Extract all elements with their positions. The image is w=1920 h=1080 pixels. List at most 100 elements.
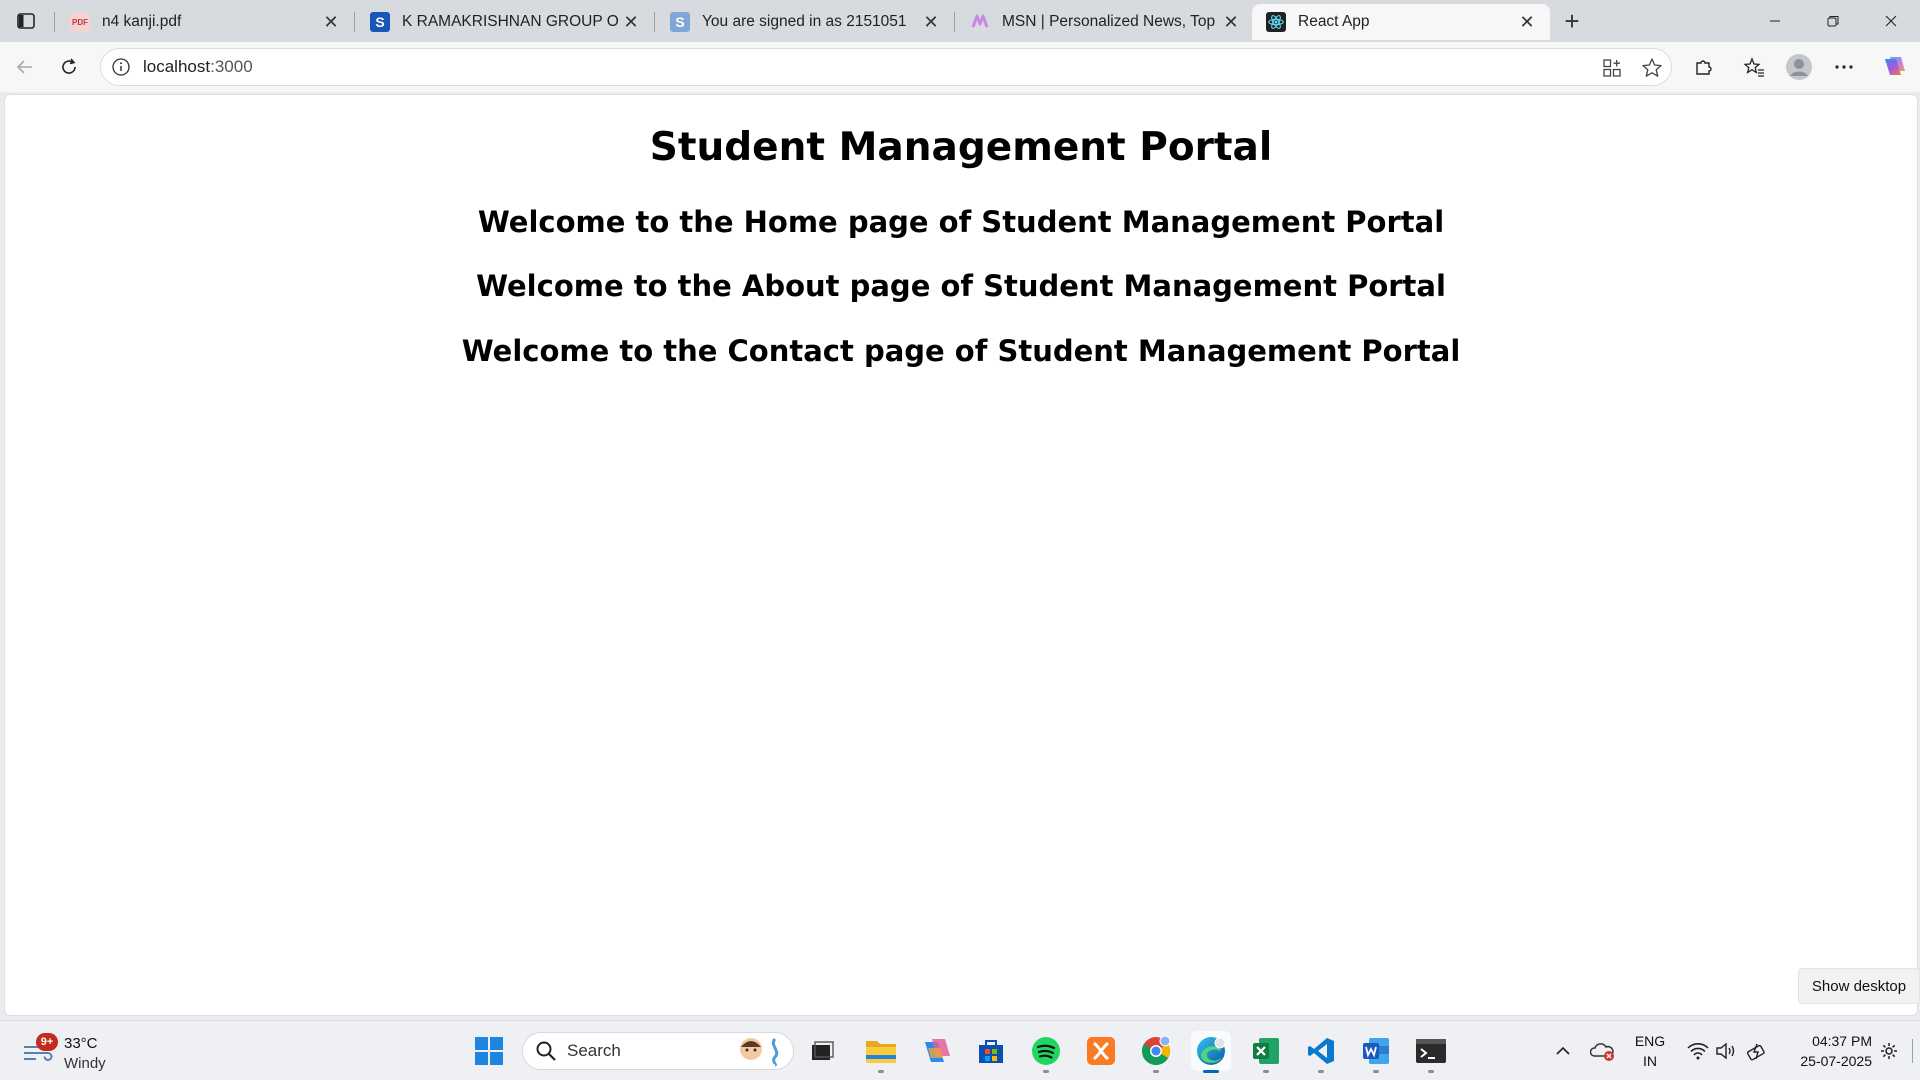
terminal-button[interactable]: [1411, 1031, 1451, 1073]
new-tab-button[interactable]: +: [1556, 5, 1588, 37]
search-icon: [536, 1041, 556, 1061]
spotify-button[interactable]: [1026, 1031, 1066, 1073]
copilot-app-button[interactable]: [916, 1031, 956, 1071]
show-desktop-edge[interactable]: [1912, 1039, 1913, 1063]
word-button[interactable]: [1356, 1031, 1396, 1073]
close-tab-icon[interactable]: ✕: [1220, 11, 1242, 33]
file-explorer-icon: [866, 1041, 896, 1063]
weather-temp: 33°C: [64, 1035, 98, 1052]
react-icon: [1266, 12, 1286, 32]
microsoft-store-button[interactable]: [971, 1031, 1011, 1071]
profile-button[interactable]: [1782, 50, 1816, 84]
back-button[interactable]: [8, 50, 42, 84]
excel-icon: [1253, 1038, 1279, 1064]
weather-condition: Windy: [64, 1055, 106, 1072]
microsoft-store-icon: [979, 1040, 1003, 1063]
input-language-indicator[interactable]: ENG IN: [1628, 1031, 1672, 1071]
restore-icon: [1827, 16, 1839, 27]
more-dots-icon: [1835, 65, 1853, 69]
tab-strip: PDF n4 kanji.pdf ✕ S K RAMAKRISHNAN GROU…: [0, 0, 1920, 42]
close-tab-icon[interactable]: ✕: [920, 11, 942, 33]
restore-button[interactable]: [1804, 0, 1862, 42]
favorites-button[interactable]: [1737, 50, 1771, 84]
file-explorer-button[interactable]: [861, 1031, 901, 1073]
tab-pdf[interactable]: PDF n4 kanji.pdf ✕: [56, 4, 354, 40]
browser-toolbar: localhost:3000: [0, 42, 1920, 92]
taskbar: 9+ 33°C Windy Search ENG IN 04:37 PM 25-…: [0, 1020, 1920, 1080]
contact-heading: Welcome to the Contact page of Student M…: [461, 334, 1461, 368]
xampp-button[interactable]: [1081, 1031, 1121, 1071]
puzzle-icon: [1696, 60, 1712, 75]
tab-kr-group[interactable]: S K RAMAKRISHNAN GROUP OF IN ✕: [356, 4, 654, 40]
battery-charging-icon: [1746, 1043, 1765, 1061]
copilot-button[interactable]: [1876, 50, 1910, 84]
info-icon[interactable]: [111, 57, 131, 77]
spotify-icon: [1032, 1037, 1060, 1065]
favorite-star-icon[interactable]: [1639, 57, 1665, 79]
cloud-error-icon: [1590, 1043, 1614, 1061]
close-icon: [1885, 15, 1897, 27]
back-arrow-icon: [16, 60, 32, 74]
edge-button[interactable]: [1191, 1031, 1231, 1073]
s-logo-icon: S: [370, 12, 390, 32]
address-bar[interactable]: localhost:3000: [100, 48, 1672, 86]
close-tab-icon[interactable]: ✕: [320, 11, 342, 33]
volume-tray-button[interactable]: [1712, 1021, 1740, 1080]
weather-widget[interactable]: 9+ 33°C Windy: [20, 1029, 130, 1073]
wifi-tray-button[interactable]: [1683, 1021, 1713, 1080]
refresh-button[interactable]: [52, 50, 86, 84]
page-viewport: Student Management Portal Welcome to the…: [4, 94, 1918, 1016]
chrome-icon: [1142, 1035, 1171, 1065]
plus-icon: +: [1564, 5, 1580, 36]
search-highlight-icon: [740, 1037, 779, 1067]
pdf-icon: PDF: [70, 12, 90, 32]
tab-title: K RAMAKRISHNAN GROUP OF IN: [402, 13, 620, 30]
excel-button[interactable]: [1246, 1031, 1286, 1073]
tab-title: React App: [1298, 13, 1370, 30]
taskbar-clock[interactable]: 04:37 PM 25-07-2025: [1782, 1031, 1872, 1071]
chrome-button[interactable]: [1136, 1031, 1176, 1073]
task-view-button[interactable]: [802, 1031, 842, 1071]
extensions-button[interactable]: [1687, 50, 1721, 84]
tab-signed-in[interactable]: S You are signed in as 2151051 ✕: [656, 4, 954, 40]
close-tab-icon[interactable]: ✕: [620, 11, 642, 33]
onedrive-tray-button[interactable]: [1586, 1021, 1620, 1080]
tab-actions-icon: [17, 13, 35, 29]
tab-actions-menu-button[interactable]: [8, 6, 44, 36]
tab-react-app[interactable]: React App ✕: [1252, 4, 1550, 40]
vscode-icon: [1308, 1038, 1334, 1064]
edge-icon: [1197, 1037, 1226, 1065]
copilot-icon: [925, 1039, 950, 1062]
vscode-button[interactable]: [1301, 1031, 1341, 1073]
notification-badge: 9+: [36, 1033, 58, 1051]
chevron-up-icon: [1556, 1046, 1570, 1055]
show-hidden-icons-button[interactable]: [1548, 1021, 1578, 1080]
search-label: Search: [567, 1041, 621, 1060]
notification-settings-icon: [1881, 1043, 1897, 1059]
app-available-icon[interactable]: [1599, 57, 1625, 79]
settings-more-button[interactable]: [1827, 50, 1861, 84]
close-tab-icon[interactable]: ✕: [1516, 11, 1538, 33]
msn-icon: [970, 12, 990, 32]
tab-msn[interactable]: MSN | Personalized News, Top He ✕: [956, 4, 1254, 40]
tab-title: MSN | Personalized News, Top He: [1002, 13, 1220, 30]
tab-title: You are signed in as 2151051: [702, 13, 907, 30]
xampp-icon: [1087, 1037, 1115, 1065]
minimize-button[interactable]: [1746, 0, 1804, 42]
favorites-icon: [1743, 57, 1764, 77]
battery-tray-button[interactable]: [1742, 1021, 1772, 1080]
wifi-icon: [1687, 1043, 1709, 1060]
close-window-button[interactable]: [1862, 0, 1920, 42]
minimize-icon: [1770, 20, 1780, 22]
home-heading: Welcome to the Home page of Student Mana…: [477, 205, 1445, 239]
start-button[interactable]: [469, 1031, 509, 1071]
taskbar-search[interactable]: Search: [522, 1032, 794, 1070]
avatar: [1786, 54, 1812, 80]
url-text: localhost:3000: [143, 57, 253, 76]
show-desktop-tooltip: Show desktop: [1798, 968, 1920, 1004]
copilot-icon: [1885, 57, 1905, 75]
word-icon: [1363, 1038, 1389, 1064]
about-heading: Welcome to the About page of Student Man…: [476, 269, 1446, 303]
notifications-button[interactable]: [1874, 1021, 1904, 1080]
refresh-icon: [62, 58, 76, 74]
